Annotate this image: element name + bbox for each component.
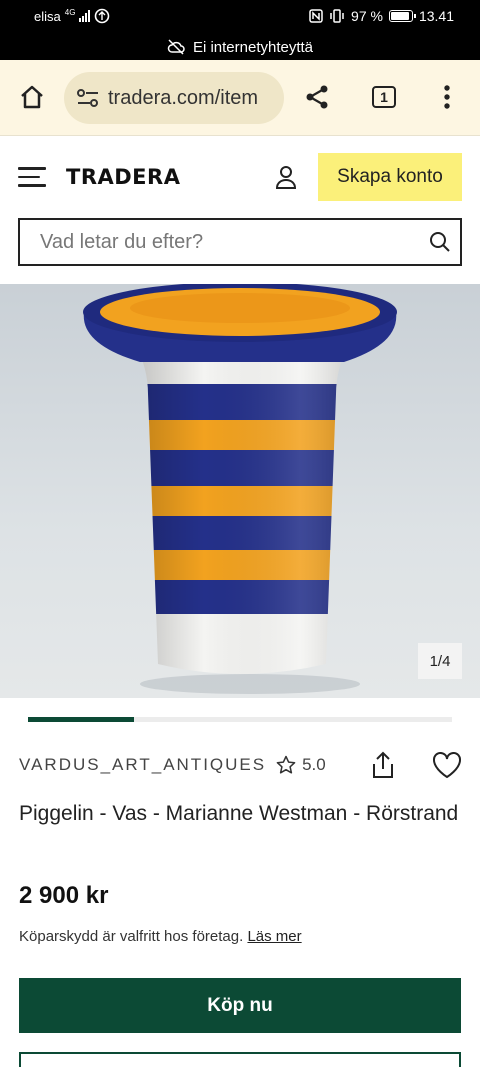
share-page-icon[interactable] [300,80,334,114]
user-icon[interactable] [272,163,300,191]
site-settings-icon[interactable] [76,87,100,109]
tab-count: 1 [372,86,396,108]
vibrate-icon [330,9,344,23]
site-header: TRADERA Skapa konto [0,137,480,217]
seller-rating: 5.0 [276,755,326,775]
menu-icon[interactable] [18,167,46,187]
product-title: Piggelin - Vas - Marianne Westman - Rörs… [19,802,459,825]
cloud-off-icon [167,39,185,55]
secondary-action-button[interactable] [19,1052,461,1067]
vase-illustration [83,284,397,694]
seller-name[interactable]: VARDUS_ART_ANTIQUES [19,755,266,775]
carrier-name: elisa [34,8,61,24]
battery-icon [388,10,416,22]
product-price: 2 900 kr [19,882,109,918]
url-text: tradera.com/item [108,86,259,109]
data-saver-icon [95,8,110,24]
buyer-protection-text: Köparskydd är valfritt hos företag. [19,928,244,945]
image-counter: 1/4 [418,643,462,679]
carousel-progress [28,717,452,722]
create-account-button[interactable]: Skapa konto [318,153,462,201]
status-bar: elisa 4G 97 % 13.41 [0,0,480,34]
share-icon[interactable] [369,750,397,780]
browser-toolbar: tradera.com/item 1 [0,60,480,136]
url-bar[interactable]: tradera.com/item [64,72,284,124]
read-more-link[interactable]: Läs mer [247,928,301,945]
price-value: 2 900 kr [19,882,109,909]
price-highlight [19,910,109,918]
buyer-protection-note: Köparskydd är valfritt hos företag. Läs … [19,928,302,945]
more-icon[interactable] [430,80,464,114]
rating-value: 5.0 [302,755,326,774]
clock: 13.41 [418,8,454,24]
home-icon[interactable] [15,80,49,114]
tabs-icon[interactable]: 1 [367,80,401,114]
offline-banner: Ei internetyhteyttä [0,34,480,60]
heart-icon[interactable] [431,750,463,780]
site-logo[interactable]: TRADERA [66,165,180,189]
offline-text: Ei internetyhteyttä [192,38,314,56]
star-icon [276,755,296,774]
buy-now-button[interactable]: Köp nu [19,978,461,1033]
nfc-icon [309,9,323,23]
signal-icon [79,10,91,22]
seller-row: VARDUS_ART_ANTIQUES 5.0 [19,748,464,782]
product-image[interactable] [0,284,480,698]
search-bar[interactable] [18,218,462,266]
search-input[interactable] [40,230,420,254]
network-type: 4G [64,8,76,17]
search-icon[interactable] [420,222,460,262]
battery-percent: 97 % [351,8,383,24]
